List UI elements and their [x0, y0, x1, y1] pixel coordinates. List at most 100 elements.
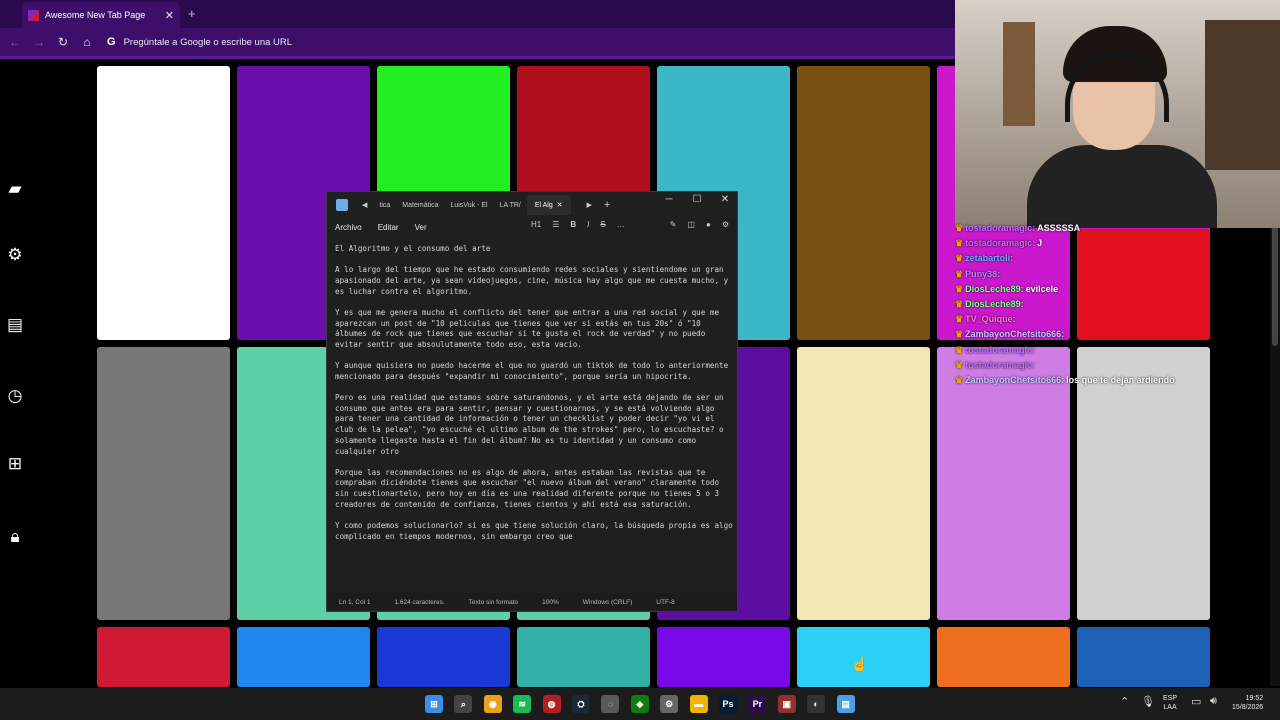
copilot-icon[interactable]: ✎ [670, 220, 677, 229]
ticket-icon[interactable]: ▰ [4, 178, 26, 200]
lock-icon[interactable]: 🔒︎ [4, 526, 26, 548]
steam-icon[interactable]: ⛭ [572, 695, 590, 713]
paragraph: Pero es una realidad que estamos sobre s… [335, 393, 724, 456]
volume-icon[interactable]: 🔊︎ [1210, 695, 1217, 708]
clock[interactable]: 19:52 15/8/2026 [1232, 694, 1263, 712]
notepad-tab[interactable]: Matemática [396, 202, 444, 209]
speed-dial-tile[interactable] [97, 627, 230, 687]
omnibox[interactable]: G Pregúntale a Google o escribe una URL [107, 36, 292, 48]
chat-text: evilcele [1025, 283, 1059, 294]
list-icon[interactable]: ☰ [552, 220, 559, 229]
chat-username[interactable]: DiosLeche89: [965, 284, 1024, 294]
chat-username[interactable]: TV_Quique: [965, 314, 1016, 324]
chat-username[interactable]: Puny38: [965, 269, 1000, 279]
notepad-tab[interactable]: LA TR/ [494, 202, 527, 209]
notepad-window[interactable]: ◀ tica Matemática LuisVuk - El LA TR/ El… [326, 191, 738, 612]
encoding[interactable]: UTF-8 [656, 599, 674, 606]
char-count: 1.624 caracteres. [394, 598, 445, 606]
language-indicator[interactable]: ESP LAA [1163, 694, 1177, 712]
panel-icon[interactable]: ▤ [4, 314, 26, 336]
reload-icon[interactable]: ↻ [51, 35, 75, 49]
photoshop-icon[interactable]: Ps [719, 695, 737, 713]
new-tab-button[interactable]: + [188, 6, 196, 21]
chat-message: ♛ TV_Quique: [955, 312, 1155, 327]
chat-username[interactable]: tostadoramagic: [965, 360, 1035, 370]
speed-dial-tile[interactable] [517, 627, 650, 687]
webcam-background-shelf [1205, 20, 1280, 170]
speed-dial-tile[interactable] [237, 627, 370, 687]
speed-dial-tile[interactable] [657, 627, 790, 687]
menu-archivo[interactable]: Archivo [335, 223, 362, 232]
speed-dial-tile[interactable] [97, 347, 230, 620]
settings-icon[interactable]: ⚙ [722, 220, 729, 229]
new-tab-icon[interactable]: + [598, 199, 616, 211]
line-ending[interactable]: Windows (CRLF) [583, 599, 632, 606]
chat-username[interactable]: tostadoramagic: [965, 345, 1035, 355]
close-icon[interactable]: ✕ [711, 192, 739, 208]
chat-username[interactable]: ZambayonChefsito666: [965, 329, 1064, 339]
speed-dial-tile[interactable] [377, 627, 510, 687]
obs-icon[interactable]: ◌ [601, 695, 620, 713]
microphone-icon[interactable]: 🎙︎ [1141, 695, 1155, 708]
minimize-icon[interactable]: ─ [655, 192, 683, 208]
badge-icon: ♛ [955, 359, 964, 370]
premiere-icon[interactable]: Pr [748, 695, 767, 713]
webcam-overlay [955, 0, 1280, 228]
capcut-icon[interactable]: ◐ [807, 695, 826, 713]
chat-username[interactable]: zetabartoli: [965, 253, 1013, 263]
search-icon[interactable]: ⌕ [454, 695, 473, 713]
tab-title: Awesome New Tab Page [45, 10, 146, 20]
bold-button[interactable]: B [570, 220, 576, 229]
app2-icon[interactable]: ▣ [777, 695, 796, 713]
chrome-icon[interactable]: ◉ [483, 695, 502, 713]
chat-message: ♛ tostadoramagic: [955, 343, 1155, 358]
back-icon[interactable]: ← [3, 35, 27, 49]
menu-ver[interactable]: Ver [415, 223, 427, 232]
chat-username[interactable]: tostadoramagic: [965, 223, 1035, 233]
network-icon[interactable]: ▭ [1191, 695, 1201, 708]
notepad-menubar: Archivo Editar Ver H1 ☰ B I S … ✎ ◫ ● ⚙ [327, 218, 737, 236]
chat-username[interactable]: ZambayonChefsito666: [965, 375, 1064, 385]
speed-dial-tile[interactable] [937, 627, 1070, 687]
notepad-tab[interactable]: LuisVuk - El [444, 202, 493, 209]
chat-username[interactable]: tostadoramagic: [965, 238, 1035, 248]
browser-tab[interactable]: Awesome New Tab Page ✕ [22, 2, 180, 28]
avatar[interactable]: ● [706, 220, 711, 229]
forward-icon[interactable]: → [27, 35, 51, 49]
zoom-level[interactable]: 100% [542, 599, 559, 606]
tray-overflow-icon[interactable]: ⌃ [1120, 695, 1129, 708]
explorer-icon[interactable]: ▬ [689, 695, 708, 713]
notepad-text-area[interactable]: El Algoritmo y el consumo del arte A lo … [335, 244, 737, 553]
google-icon: G [107, 36, 116, 48]
more-options-button[interactable]: … [617, 220, 625, 229]
add-icon[interactable]: ⊞ [4, 453, 26, 475]
notepad-tab-active[interactable]: El Alg ✕ [526, 195, 571, 215]
gear-icon[interactable]: ⚙ [4, 244, 26, 266]
history-icon[interactable]: ◷ [4, 385, 26, 407]
tab-scroll-right-icon[interactable]: ▶ [581, 201, 598, 209]
settings-icon[interactable]: ⚙ [660, 695, 679, 713]
chat-username[interactable]: DiosLeche89: [965, 299, 1024, 309]
heading-dropdown[interactable]: H1 [531, 220, 541, 229]
speed-dial-tile[interactable] [1077, 627, 1210, 687]
app-icon[interactable]: ◍ [542, 695, 561, 713]
menu-editar[interactable]: Editar [378, 223, 399, 232]
notepad-titlebar: ◀ tica Matemática LuisVuk - El LA TR/ El… [327, 192, 737, 218]
tab-scroll-left-icon[interactable]: ◀ [356, 201, 373, 209]
speed-dial-tile[interactable] [797, 347, 930, 620]
notepad-icon[interactable]: ▤ [836, 695, 855, 713]
home-icon[interactable]: ⌂ [75, 35, 99, 49]
chat-icon[interactable]: ◫ [687, 220, 695, 229]
xbox-icon[interactable]: ◈ [630, 695, 649, 713]
spotify-icon[interactable]: ≋ [513, 695, 532, 713]
strikethrough-button[interactable]: S [600, 220, 605, 229]
lang-secondary: LAA [1163, 704, 1177, 711]
paragraph: Y aunque quisiera no puedo hacerme el qu… [335, 361, 729, 381]
speed-dial-tile[interactable] [97, 66, 230, 340]
tab-close-icon[interactable]: ✕ [165, 9, 174, 22]
speed-dial-tile[interactable] [797, 66, 930, 340]
italic-button[interactable]: I [587, 220, 589, 229]
windows-start-icon[interactable]: ⊞ [425, 695, 443, 713]
notepad-tab[interactable]: tica [373, 202, 396, 209]
maximize-icon[interactable]: ☐ [683, 192, 711, 208]
